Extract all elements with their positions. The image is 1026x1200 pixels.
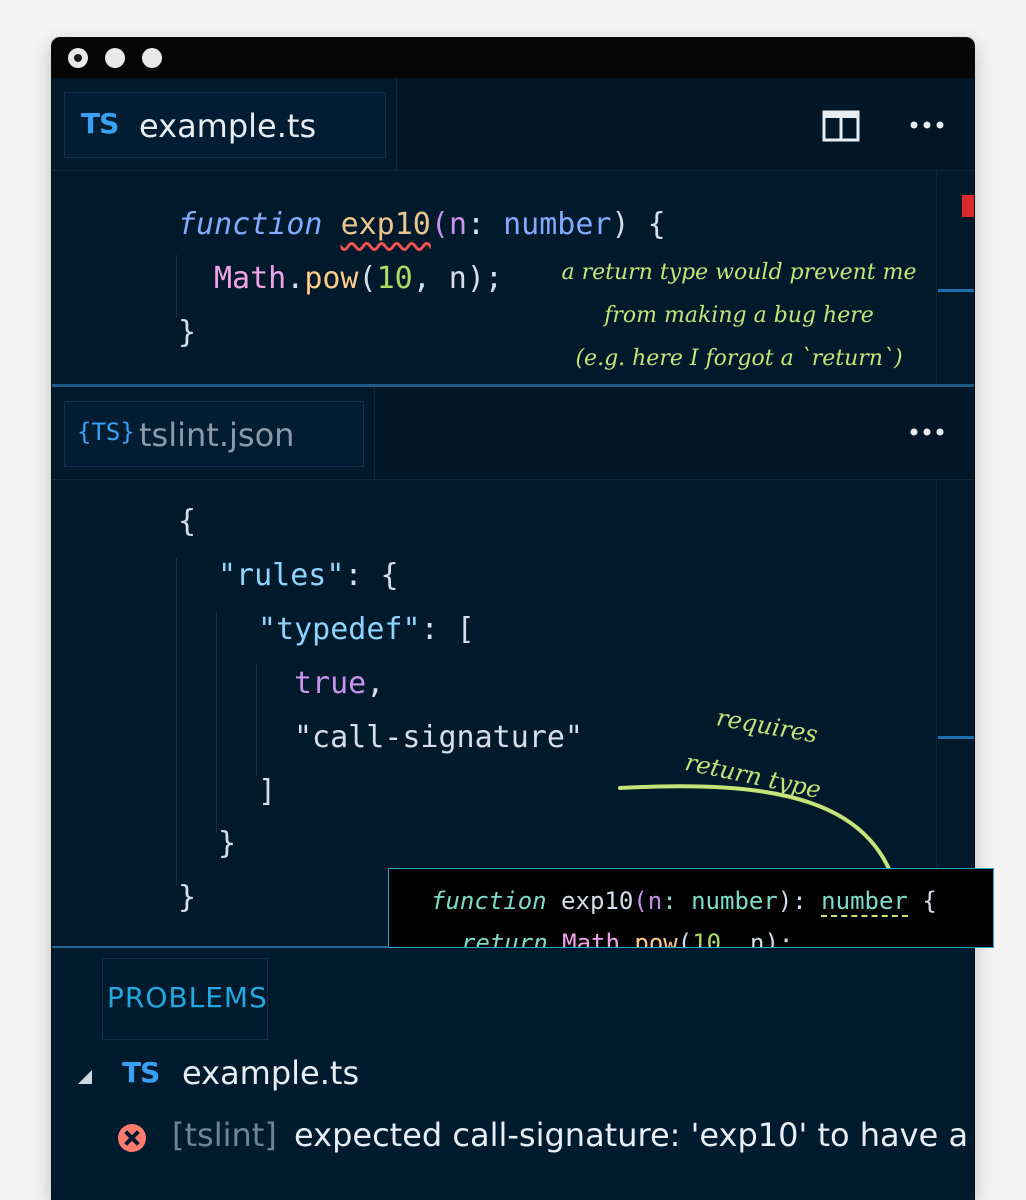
minimap-divider <box>936 171 937 386</box>
close-window-button[interactable] <box>68 48 88 68</box>
problem-file-name[interactable]: example.ts <box>182 1054 359 1092</box>
json-line-2: "rules": { <box>218 558 399 593</box>
indent-guide <box>216 612 217 834</box>
editor-window: TS example.ts function exp10(n: number) … <box>52 38 974 1200</box>
tab-problems[interactable]: PROBLEMS <box>102 958 268 1040</box>
zoom-window-button[interactable] <box>142 48 162 68</box>
code-line-3: } <box>178 315 197 350</box>
json-line-7: } <box>218 826 237 861</box>
error-marker[interactable] <box>962 195 974 217</box>
typescript-file-icon: TS <box>122 1056 160 1089</box>
indent-guide <box>176 558 177 886</box>
json-line-8: } <box>178 880 197 915</box>
code-line-1: function exp10(n: number) { <box>178 207 666 242</box>
error-icon <box>118 1124 146 1152</box>
json-line-4: true, <box>294 666 385 701</box>
problem-source: [tslint] <box>172 1116 277 1154</box>
annotation-note: a return type would prevent me from maki… <box>561 260 917 371</box>
popup-line-1: function exp10(n: number): number { <box>431 887 937 917</box>
minimize-window-button[interactable] <box>105 48 125 68</box>
expand-caret-icon[interactable] <box>78 1070 92 1084</box>
typescript-file-icon: TS <box>81 107 119 140</box>
title-bar <box>52 38 974 78</box>
tab-tslint-json[interactable]: {TS} tslint.json <box>52 387 375 479</box>
split-editor-icon[interactable] <box>822 110 860 142</box>
json-line-6: ] <box>258 774 277 809</box>
tab-example-ts[interactable]: TS example.ts <box>52 78 397 170</box>
tsconfig-file-icon: {TS} <box>77 418 135 446</box>
json-line-5: "call-signature" <box>294 720 583 755</box>
more-actions-icon[interactable] <box>908 118 948 132</box>
scroll-indicator[interactable] <box>938 289 974 292</box>
tab-label: tslint.json <box>139 416 295 454</box>
tab-label: example.ts <box>139 107 317 145</box>
problem-message[interactable]: expected call-signature: 'exp10' to have… <box>294 1116 968 1154</box>
bottom-editor-tabbar: {TS} tslint.json <box>52 387 974 480</box>
type-hint-popup: function exp10(n: number): number { retu… <box>388 868 994 948</box>
annotation-requires: requires <box>714 703 820 749</box>
json-line-3: "typedef": [ <box>258 612 475 647</box>
problems-panel: PROBLEMS TS example.ts [tslint] expected… <box>52 946 974 1200</box>
indent-guide <box>176 255 177 317</box>
top-editor-tabbar: TS example.ts <box>52 78 974 171</box>
indent-guide <box>256 664 257 776</box>
code-line-2: Math.pow(10, n); <box>214 261 503 296</box>
scroll-indicator[interactable] <box>938 736 974 739</box>
json-line-1: { <box>178 504 197 539</box>
top-editor[interactable]: function exp10(n: number) { Math.pow(10,… <box>52 171 974 386</box>
popup-line-2: return Math.pow(10, n); <box>461 929 794 948</box>
more-actions-icon[interactable] <box>908 425 948 439</box>
